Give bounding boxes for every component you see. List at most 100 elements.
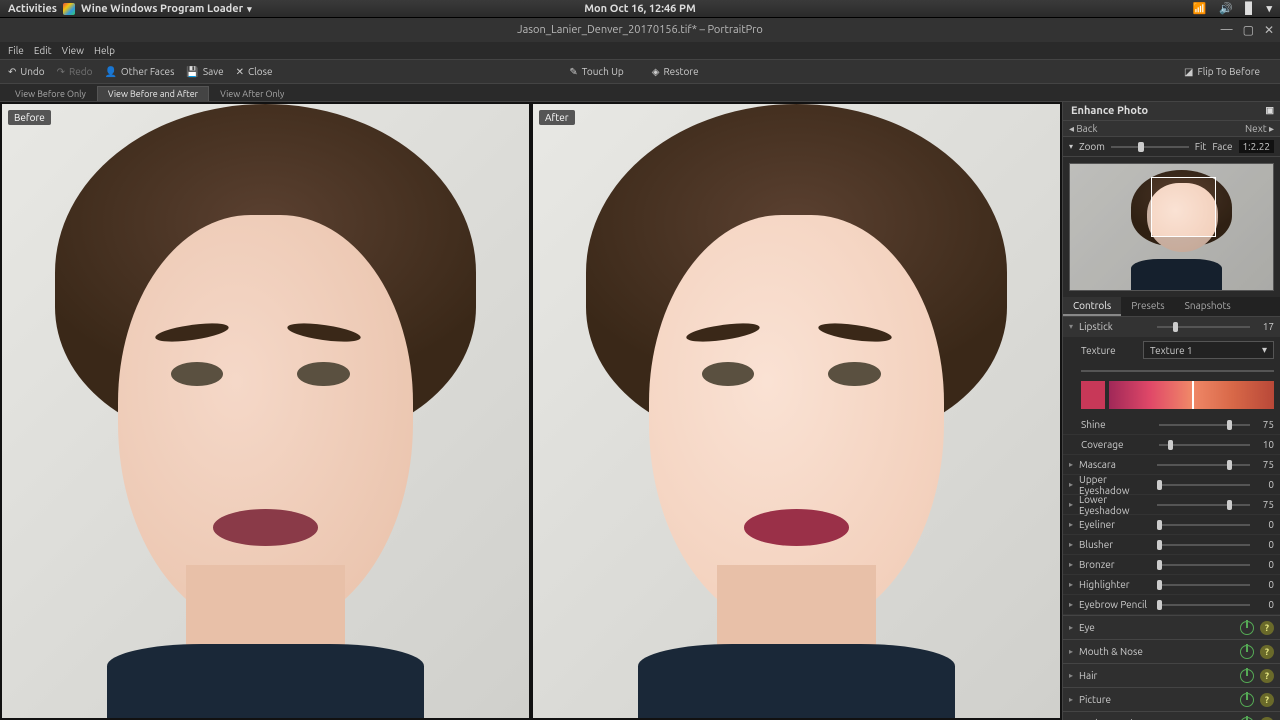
texture-select[interactable]: Texture 1▾ — [1143, 341, 1274, 359]
menu-edit[interactable]: Edit — [34, 45, 52, 56]
slider-lower-eyeshadow[interactable]: ▸Lower Eyeshadow75 — [1063, 495, 1280, 515]
after-label: After — [539, 110, 575, 125]
right-panel: Enhance Photo ◂ Back Next ▸ ▾ Zoom Fit F… — [1062, 102, 1280, 720]
slider-upper-eyeshadow[interactable]: ▸Upper Eyeshadow0 — [1063, 475, 1280, 495]
system-tray[interactable]: 📶 🔊 ▊ ▾ — [1183, 2, 1272, 15]
slider-track[interactable] — [1157, 559, 1250, 571]
redo-button[interactable]: ↷Redo — [57, 66, 93, 78]
section-eye[interactable]: ▸Eye? — [1063, 615, 1280, 639]
touch-up-button[interactable]: ✎Touch Up — [569, 66, 623, 78]
zoom-slider[interactable] — [1111, 141, 1189, 153]
lipstick-slider[interactable] — [1157, 321, 1250, 333]
slider-shine[interactable]: Shine 75 — [1063, 415, 1280, 435]
volume-icon[interactable]: 🔊 — [1219, 3, 1233, 15]
menu-icon[interactable]: ▾ — [1266, 3, 1272, 15]
lipstick-gradient[interactable] — [1109, 381, 1274, 409]
undo-icon: ↶ — [8, 66, 16, 78]
slider-mascara[interactable]: ▸Mascara75 — [1063, 455, 1280, 475]
power-icon[interactable] — [1240, 669, 1254, 683]
tab-controls[interactable]: Controls — [1063, 297, 1121, 316]
chevron-down-icon: ▾ — [1262, 344, 1267, 356]
activities-button[interactable]: Activities — [8, 3, 57, 15]
section-picture[interactable]: ▸Picture? — [1063, 687, 1280, 711]
navigator-preview[interactable] — [1069, 163, 1274, 291]
help-icon[interactable]: ? — [1260, 669, 1274, 683]
flip-icon: ◪ — [1184, 66, 1193, 78]
after-pane[interactable]: After — [533, 104, 1060, 718]
slider-track[interactable] — [1157, 459, 1250, 471]
wine-icon — [63, 3, 75, 15]
slider-blusher[interactable]: ▸Blusher0 — [1063, 535, 1280, 555]
zoom-face-button[interactable]: Face — [1212, 141, 1232, 152]
before-label: Before — [8, 110, 51, 125]
view-tabs: View Before Only View Before and After V… — [0, 84, 1280, 102]
help-icon[interactable]: ? — [1260, 717, 1274, 720]
battery-icon[interactable]: ▊ — [1245, 3, 1253, 15]
lipstick-color-swatch[interactable] — [1081, 381, 1105, 409]
app-name[interactable]: Wine Windows Program Loader — [81, 3, 252, 15]
flip-before-button[interactable]: ◪Flip To Before — [1184, 66, 1260, 78]
help-icon[interactable]: ? — [1260, 693, 1274, 707]
slider-track[interactable] — [1157, 599, 1250, 611]
tab-after-only[interactable]: View After Only — [209, 86, 295, 101]
restore-button[interactable]: ◈Restore — [652, 66, 699, 78]
zoom-fit-button[interactable]: Fit — [1195, 141, 1207, 152]
redo-icon: ↷ — [57, 66, 65, 78]
chevron-right-icon: ▸ — [1069, 695, 1079, 704]
slider-track[interactable] — [1157, 539, 1250, 551]
slider-track[interactable] — [1157, 479, 1250, 491]
tab-presets[interactable]: Presets — [1121, 297, 1174, 316]
slider-track[interactable] — [1157, 579, 1250, 591]
power-icon[interactable] — [1240, 693, 1254, 707]
slider-coverage[interactable]: Coverage 10 — [1063, 435, 1280, 455]
close-button[interactable]: ✕Close — [236, 66, 273, 78]
after-image — [533, 104, 1060, 718]
network-icon[interactable]: 📶 — [1193, 3, 1207, 15]
slider-eyeliner[interactable]: ▸Eyeliner0 — [1063, 515, 1280, 535]
power-icon[interactable] — [1240, 717, 1254, 720]
power-icon[interactable] — [1240, 645, 1254, 659]
menu-view[interactable]: View — [62, 45, 84, 56]
help-icon[interactable]: ? — [1260, 621, 1274, 635]
clock: Mon Oct 16, 12:46 PM — [584, 3, 695, 15]
section-hair[interactable]: ▸Hair? — [1063, 663, 1280, 687]
slider-eyebrow-pencil[interactable]: ▸Eyebrow Pencil0 — [1063, 595, 1280, 615]
other-faces-button[interactable]: 👤Other Faces — [104, 66, 174, 78]
slider-track[interactable] — [1157, 499, 1250, 511]
coverage-slider[interactable] — [1159, 439, 1250, 451]
slider-bronzer[interactable]: ▸Bronzer0 — [1063, 555, 1280, 575]
chevron-right-icon: ▸ — [1069, 600, 1079, 609]
chevron-right-icon: ▸ — [1069, 480, 1079, 489]
before-pane[interactable]: Before — [2, 104, 529, 718]
menu-help[interactable]: Help — [94, 45, 115, 56]
tab-before-only[interactable]: View Before Only — [4, 86, 97, 101]
zoom-value: 1:2.22 — [1239, 140, 1274, 153]
minimize-button[interactable]: — — [1221, 23, 1233, 37]
lipstick-hue-slider[interactable] — [1081, 365, 1274, 377]
texture-label: Texture — [1081, 345, 1137, 356]
save-button[interactable]: 💾Save — [186, 66, 223, 78]
section-mouth-nose[interactable]: ▸Mouth & Nose? — [1063, 639, 1280, 663]
maximize-button[interactable]: ▢ — [1243, 23, 1254, 37]
back-button[interactable]: ◂ Back — [1069, 123, 1098, 135]
eraser-icon: ◈ — [652, 66, 660, 78]
panel-title: Enhance Photo — [1063, 102, 1280, 121]
slider-track[interactable] — [1157, 519, 1250, 531]
shine-slider[interactable] — [1159, 419, 1250, 431]
chevron-down-icon[interactable]: ▾ — [1069, 142, 1073, 151]
menu-file[interactable]: File — [8, 45, 24, 56]
undo-button[interactable]: ↶Undo — [8, 66, 45, 78]
slider-highlighter[interactable]: ▸Highlighter0 — [1063, 575, 1280, 595]
close-window-button[interactable]: ✕ — [1264, 23, 1274, 37]
tab-before-after[interactable]: View Before and After — [97, 86, 209, 101]
zoom-label: Zoom — [1079, 141, 1105, 152]
next-button[interactable]: Next ▸ — [1245, 123, 1274, 135]
section-background[interactable]: ▸Background? — [1063, 711, 1280, 720]
close-icon: ✕ — [236, 66, 244, 78]
tab-snapshots[interactable]: Snapshots — [1175, 297, 1241, 316]
navigator-crop[interactable] — [1151, 177, 1216, 237]
help-icon[interactable]: ? — [1260, 645, 1274, 659]
lipstick-hue-row — [1063, 363, 1280, 415]
power-icon[interactable] — [1240, 621, 1254, 635]
slider-lipstick[interactable]: ▾ Lipstick 17 — [1063, 317, 1280, 337]
